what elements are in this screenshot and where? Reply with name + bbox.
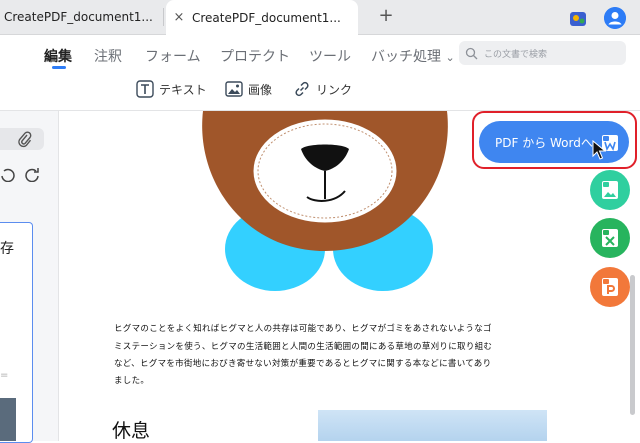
close-tab-icon[interactable]: × <box>166 10 192 25</box>
undo-icon[interactable] <box>0 166 16 182</box>
active-menu-indicator <box>52 66 66 69</box>
text-box-icon <box>136 80 154 98</box>
menu-edit[interactable]: 編集 <box>44 46 72 66</box>
convert-to-excel-button[interactable] <box>590 218 630 258</box>
menu-annotate[interactable]: 注釈 <box>94 46 122 66</box>
tab-document-1[interactable]: CreatePDF_document1... <box>0 0 158 34</box>
add-link-label: リンク <box>316 82 353 97</box>
tab-label: CreatePDF_document1... <box>4 10 153 24</box>
menu-batch-label: バッチ処理 <box>371 49 441 65</box>
section-heading: 休息 <box>112 420 151 442</box>
chevron-down-icon: ⌄ <box>445 51 455 64</box>
convert-to-word-label: PDF から Wordへ <box>495 135 593 150</box>
menu-tools[interactable]: ツール <box>309 46 351 66</box>
extension-icon[interactable] <box>568 8 588 28</box>
link-icon <box>295 81 309 97</box>
image-file-icon <box>602 181 618 199</box>
new-tab-button[interactable]: + <box>376 6 396 26</box>
powerpoint-file-icon <box>602 278 618 296</box>
excel-file-icon <box>602 229 618 247</box>
paragraph-line-3: など、ヒグマを市街地におびき寄せない対策が重要であるとヒグマに関する本などに書い… <box>114 359 492 369</box>
search-placeholder: この文書で検索 <box>484 49 548 60</box>
menu-form[interactable]: フォーム <box>145 46 201 66</box>
thumbnail-image <box>0 398 16 441</box>
user-avatar-icon[interactable] <box>604 7 626 29</box>
tab-document-2-active[interactable]: × CreatePDF_document1... <box>166 0 358 35</box>
add-image-label: 画像 <box>248 82 273 97</box>
search-input[interactable]: この文書で検索 <box>459 41 626 65</box>
bear-illustration <box>202 111 448 291</box>
add-text-button[interactable]: テキスト <box>136 80 207 98</box>
convert-to-image-button[interactable] <box>590 170 630 210</box>
paragraph-line-2: ミステーションを使う、ヒグマの生活範囲と人間の生活範囲の間にある草地の草刈りに取… <box>114 342 493 352</box>
vertical-scrollbar[interactable] <box>630 275 635 415</box>
tab-label: CreatePDF_document1... <box>192 10 341 25</box>
tab-divider <box>163 8 164 26</box>
menu-batch[interactable]: バッチ処理 ⌄ <box>371 46 455 66</box>
mouse-cursor-icon <box>592 140 606 160</box>
add-text-label: テキスト <box>159 82 207 97</box>
attachment-icon[interactable] <box>16 130 32 148</box>
thumbnail-text-mark: = <box>0 370 9 381</box>
add-link-button[interactable]: リンク <box>293 80 352 98</box>
menu-protect[interactable]: プロテクト <box>220 46 290 66</box>
add-image-button[interactable]: 画像 <box>225 80 272 98</box>
redo-icon[interactable] <box>24 166 40 182</box>
thumbnail-text: 存 <box>0 241 14 257</box>
document-photo <box>318 410 547 441</box>
image-icon <box>225 81 243 97</box>
paragraph-line-4: ました。 <box>114 376 150 386</box>
search-icon <box>465 47 478 59</box>
paragraph-line-1: ヒグマのことをよく知ればヒグマと人の共存は可能であり、ヒグマがゴミをあされないよ… <box>114 324 492 334</box>
convert-to-powerpoint-button[interactable] <box>590 267 630 307</box>
